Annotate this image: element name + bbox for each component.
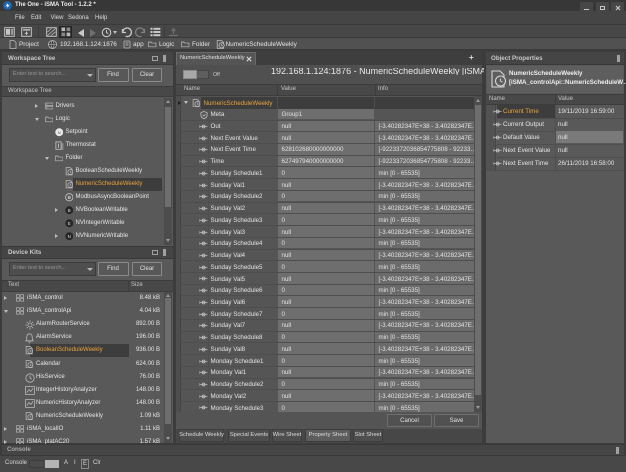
svg-text:N: N [57,131,60,135]
svg-text:E: E [67,221,70,226]
svg-text:B: B [67,195,71,200]
svg-text:N: N [67,234,70,239]
svg-text:B: B [67,208,70,213]
